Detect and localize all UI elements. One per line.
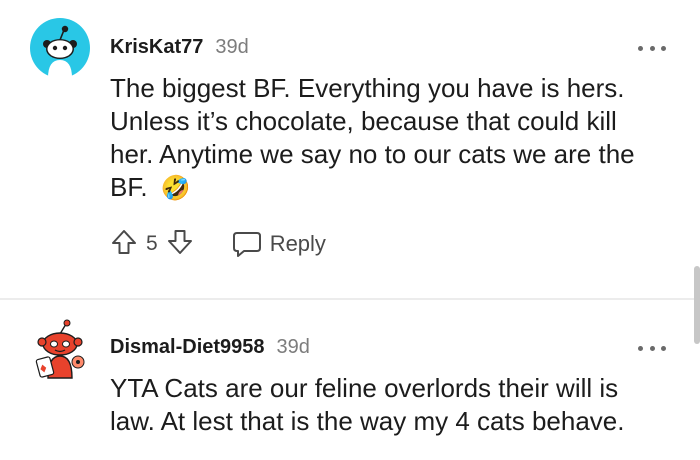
comment-line: her. Anytime we say no to our cats we ar… — [110, 139, 635, 169]
comment-meta: KrisKat77 39d — [110, 36, 249, 59]
downvote-arrow — [167, 229, 192, 254]
comment-line: YTA Cats are our feline overlords their … — [110, 373, 619, 403]
comment-body: The biggest BF. Everything you have is h… — [110, 72, 680, 205]
dot — [649, 45, 655, 51]
comment: KrisKat77 39d The biggest BF. Everything… — [0, 0, 700, 298]
reply-button[interactable]: Reply — [232, 230, 326, 258]
comment-age: 39d — [276, 336, 310, 358]
reply-bubble-icon — [232, 232, 261, 257]
dot — [649, 345, 655, 351]
more-options-icon[interactable] — [638, 344, 666, 352]
comment-meta: Dismal-Diet9958 39d — [110, 336, 310, 359]
vote-count: 5 — [146, 232, 158, 255]
scrollbar[interactable] — [694, 266, 700, 344]
reply-label: Reply — [269, 231, 326, 256]
snoo-avatar-icon — [30, 18, 90, 78]
comment-line: BF. 🤣 — [110, 171, 680, 205]
comment-line: law. At lest that is the way my 4 cats b… — [110, 406, 625, 436]
dot — [638, 45, 643, 51]
upvote-icon[interactable] — [110, 228, 138, 261]
username[interactable]: KrisKat77 — [110, 36, 203, 59]
avatar[interactable] — [30, 18, 90, 78]
upvote-arrow — [112, 229, 136, 254]
dot — [661, 345, 666, 351]
comment-line-text: BF. — [110, 172, 148, 202]
comment-divider — [0, 298, 700, 300]
downvote-icon[interactable] — [166, 228, 194, 261]
snoo-avatar-icon — [35, 319, 85, 379]
laughing-emoji-icon: 🤣 — [160, 175, 191, 202]
comment-actions: 5 Reply — [110, 228, 326, 260]
username[interactable]: Dismal-Diet9958 — [110, 336, 265, 359]
dot — [661, 45, 666, 51]
dot — [638, 345, 643, 351]
comment-line: The biggest BF. Everything you have is h… — [110, 73, 625, 103]
avatar[interactable] — [30, 318, 90, 379]
comment-line: Unless it’s chocolate, because that coul… — [110, 106, 617, 136]
comment-age: 39d — [215, 36, 249, 58]
more-options-icon[interactable] — [638, 44, 666, 52]
comment-body: YTA Cats are our feline overlords their … — [110, 372, 680, 438]
